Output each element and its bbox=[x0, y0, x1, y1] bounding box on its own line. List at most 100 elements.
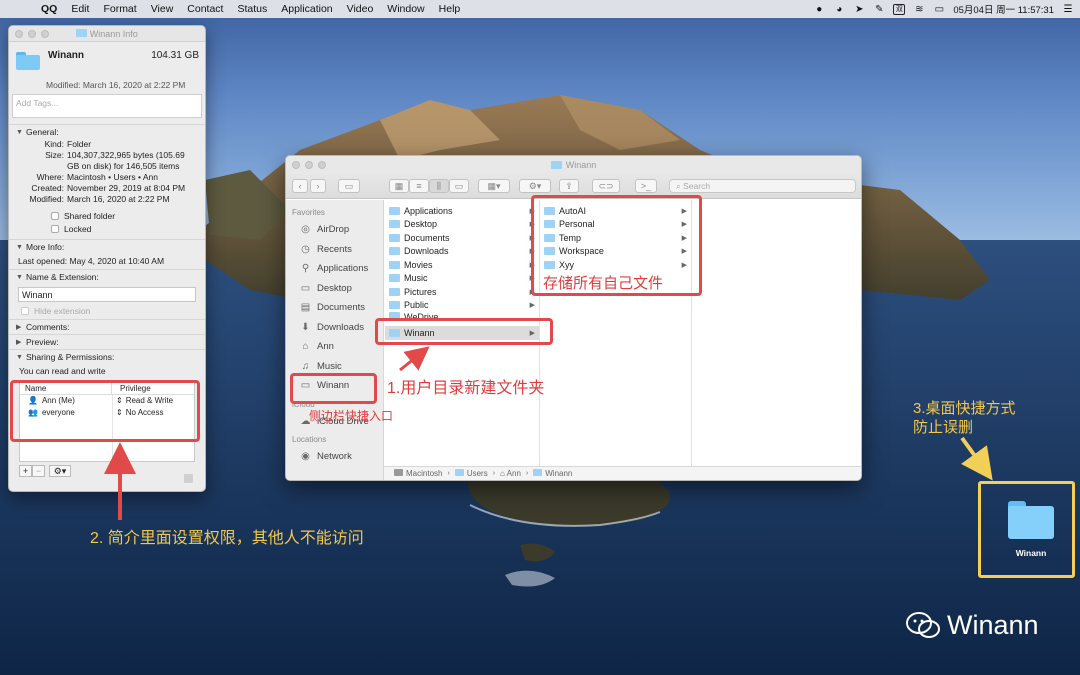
general-section: ▼ General: Kind: Folder Size: 104,307,322,9… bbox=[9, 124, 205, 235]
preview-header[interactable]: ▶ Preview: bbox=[9, 334, 205, 349]
annotation-box-permissions bbox=[10, 380, 200, 442]
folder-icon bbox=[16, 52, 40, 70]
wechat-icon[interactable]: ◕ bbox=[833, 3, 845, 15]
disclosure-right-icon: ▶ bbox=[16, 339, 22, 346]
disclosure-down-icon: ▼ bbox=[16, 273, 23, 281]
battery-icon[interactable]: ▭ bbox=[933, 3, 945, 15]
more-info-header[interactable]: ▼ More Info: bbox=[9, 239, 205, 254]
qq-penguin-icon[interactable]: ● bbox=[813, 3, 825, 15]
sidebar-item-airdrop[interactable]: ◎ AirDrop bbox=[286, 220, 383, 240]
name-field[interactable]: Winann bbox=[18, 287, 196, 302]
sidebar-section-favorites: Favorites bbox=[292, 208, 325, 217]
list-item[interactable]: Desktop ▶ bbox=[385, 218, 539, 232]
sidebar-item-recents[interactable]: ◷ Recents bbox=[286, 240, 383, 260]
finder-titlebar[interactable]: Winann bbox=[286, 156, 861, 173]
sharing-header[interactable]: ▼ Sharing & Permissions: bbox=[9, 349, 205, 364]
shared-folder-checkbox[interactable]: Shared folder bbox=[51, 209, 205, 222]
hide-extension-checkbox[interactable]: Hide extension bbox=[21, 304, 205, 317]
remove-permission-button[interactable]: − bbox=[32, 465, 45, 477]
applications-icon: ⚲ bbox=[301, 263, 310, 275]
last-opened: Last opened: May 4, 2020 at 10:40 AM bbox=[18, 256, 165, 266]
folder-icon bbox=[389, 287, 400, 296]
annotation-box-winann-row bbox=[375, 318, 553, 345]
add-permission-button[interactable]: + bbox=[19, 465, 32, 477]
chevron-right-icon: ▶ bbox=[529, 302, 535, 310]
wifi-icon[interactable]: ≋ bbox=[913, 3, 925, 15]
size-value: 104,307,322,965 bytes (105.69 GB on disk… bbox=[67, 150, 185, 171]
path-segment[interactable]: ⌂ Ann bbox=[500, 469, 521, 478]
finder-sidebar: Favorites ◎ AirDrop ◷ Recents ⚲ Application… bbox=[286, 200, 384, 480]
created-label: Created: bbox=[31, 183, 64, 193]
sidebar-item-applications[interactable]: ⚲ Applications bbox=[286, 259, 383, 279]
path-separator-icon: › bbox=[492, 470, 496, 477]
list-item[interactable]: Downloads ▶ bbox=[385, 245, 539, 259]
modified-label: Modified: bbox=[29, 194, 65, 204]
annotation-step3-line1: 3.桌面快捷方式 bbox=[913, 400, 1016, 417]
menubar-clock[interactable]: 05月04日 周一 11:57:31 bbox=[953, 2, 1054, 16]
sidebar-item-ann[interactable]: ⌂ Ann bbox=[286, 337, 383, 357]
folder-icon bbox=[389, 274, 400, 283]
list-item[interactable]: Applications ▶ bbox=[385, 204, 539, 218]
search-input[interactable]: ⌕ Search bbox=[669, 179, 856, 193]
list-view-button[interactable]: ≡ bbox=[409, 179, 429, 193]
forward-button[interactable]: › bbox=[310, 179, 326, 193]
name-extension-header[interactable]: ▼ Name & Extension: bbox=[9, 269, 205, 284]
lock-icon[interactable] bbox=[184, 474, 193, 483]
icon-view-button[interactable]: ▦ bbox=[389, 179, 409, 193]
menu-view[interactable]: View bbox=[144, 3, 181, 15]
folder-icon bbox=[389, 301, 400, 310]
list-item[interactable]: Movies ▶ bbox=[385, 258, 539, 272]
input-method-icon[interactable]: 双 bbox=[893, 3, 906, 15]
watermark-text: Winann bbox=[947, 610, 1039, 640]
control-center-icon[interactable]: ☰ bbox=[1062, 3, 1074, 15]
gallery-view-button[interactable]: ▭ bbox=[449, 179, 469, 193]
menu-status[interactable]: Status bbox=[230, 3, 274, 15]
menu-video[interactable]: Video bbox=[340, 3, 381, 15]
menu-contact[interactable]: Contact bbox=[180, 3, 230, 15]
menu-format[interactable]: Format bbox=[96, 3, 143, 15]
list-item[interactable]: Public ▶ bbox=[385, 299, 539, 313]
folder-icon bbox=[550, 160, 562, 169]
general-header[interactable]: ▼ General: bbox=[9, 124, 205, 139]
path-button[interactable]: ▭ bbox=[338, 179, 360, 193]
comments-header[interactable]: ▶ Comments: bbox=[9, 319, 205, 334]
path-segment[interactable]: Winann bbox=[533, 469, 572, 478]
menu-window[interactable]: Window bbox=[380, 3, 431, 15]
locked-checkbox[interactable]: Locked bbox=[51, 222, 205, 235]
folder-icon bbox=[389, 260, 400, 269]
clock-icon: ◷ bbox=[301, 243, 310, 255]
folder-icon bbox=[533, 469, 543, 476]
group-button[interactable]: ▦▾ bbox=[478, 179, 510, 193]
send-icon[interactable]: ➤ bbox=[853, 3, 865, 15]
folder-icon bbox=[389, 206, 400, 215]
share-button[interactable]: ⇪ bbox=[559, 179, 579, 193]
menu-app-qq[interactable]: QQ bbox=[34, 3, 64, 15]
action-gear-button[interactable]: ⚙▾ bbox=[519, 179, 551, 193]
gear-menu-button[interactable]: ⚙▾ bbox=[49, 465, 71, 477]
info-titlebar[interactable]: Winann Info bbox=[9, 26, 205, 42]
menu-edit[interactable]: Edit bbox=[64, 3, 96, 15]
pen-icon[interactable]: ✎ bbox=[873, 3, 885, 15]
list-item[interactable]: Documents ▶ bbox=[385, 231, 539, 245]
menu-help[interactable]: Help bbox=[432, 3, 468, 15]
annotation-sidebar-shortcut: 侧边栏快捷入口 bbox=[309, 409, 394, 423]
path-segment[interactable]: Users bbox=[454, 469, 488, 478]
annotation-step1: 1.用户目录新建文件夹 bbox=[387, 380, 545, 397]
sidebar-item-network[interactable]: ◉ Network bbox=[286, 447, 383, 467]
sidebar-item-documents[interactable]: ▤ Documents bbox=[286, 298, 383, 318]
terminal-button[interactable]: >_ bbox=[635, 179, 657, 193]
list-item[interactable]: Pictures ▶ bbox=[385, 285, 539, 299]
kind-value: Folder bbox=[67, 139, 92, 149]
list-item[interactable]: Music ▶ bbox=[385, 272, 539, 286]
back-button[interactable]: ‹ bbox=[292, 179, 308, 193]
tags-field[interactable]: Add Tags... bbox=[12, 94, 202, 118]
annotation-store: 存储所有自己文件 bbox=[543, 275, 664, 292]
column-view-button[interactable]: ⫼ bbox=[429, 179, 449, 193]
path-segment[interactable]: Macintosh bbox=[394, 469, 442, 478]
tag-button[interactable]: ⊂⊃ bbox=[592, 179, 620, 193]
sidebar-item-desktop[interactable]: ▭ Desktop bbox=[286, 279, 383, 299]
folder-icon bbox=[454, 469, 464, 476]
menu-application[interactable]: Application bbox=[274, 3, 339, 15]
watermark: Winann bbox=[905, 610, 1039, 641]
sidebar-item-downloads[interactable]: ⬇ Downloads bbox=[286, 318, 383, 338]
